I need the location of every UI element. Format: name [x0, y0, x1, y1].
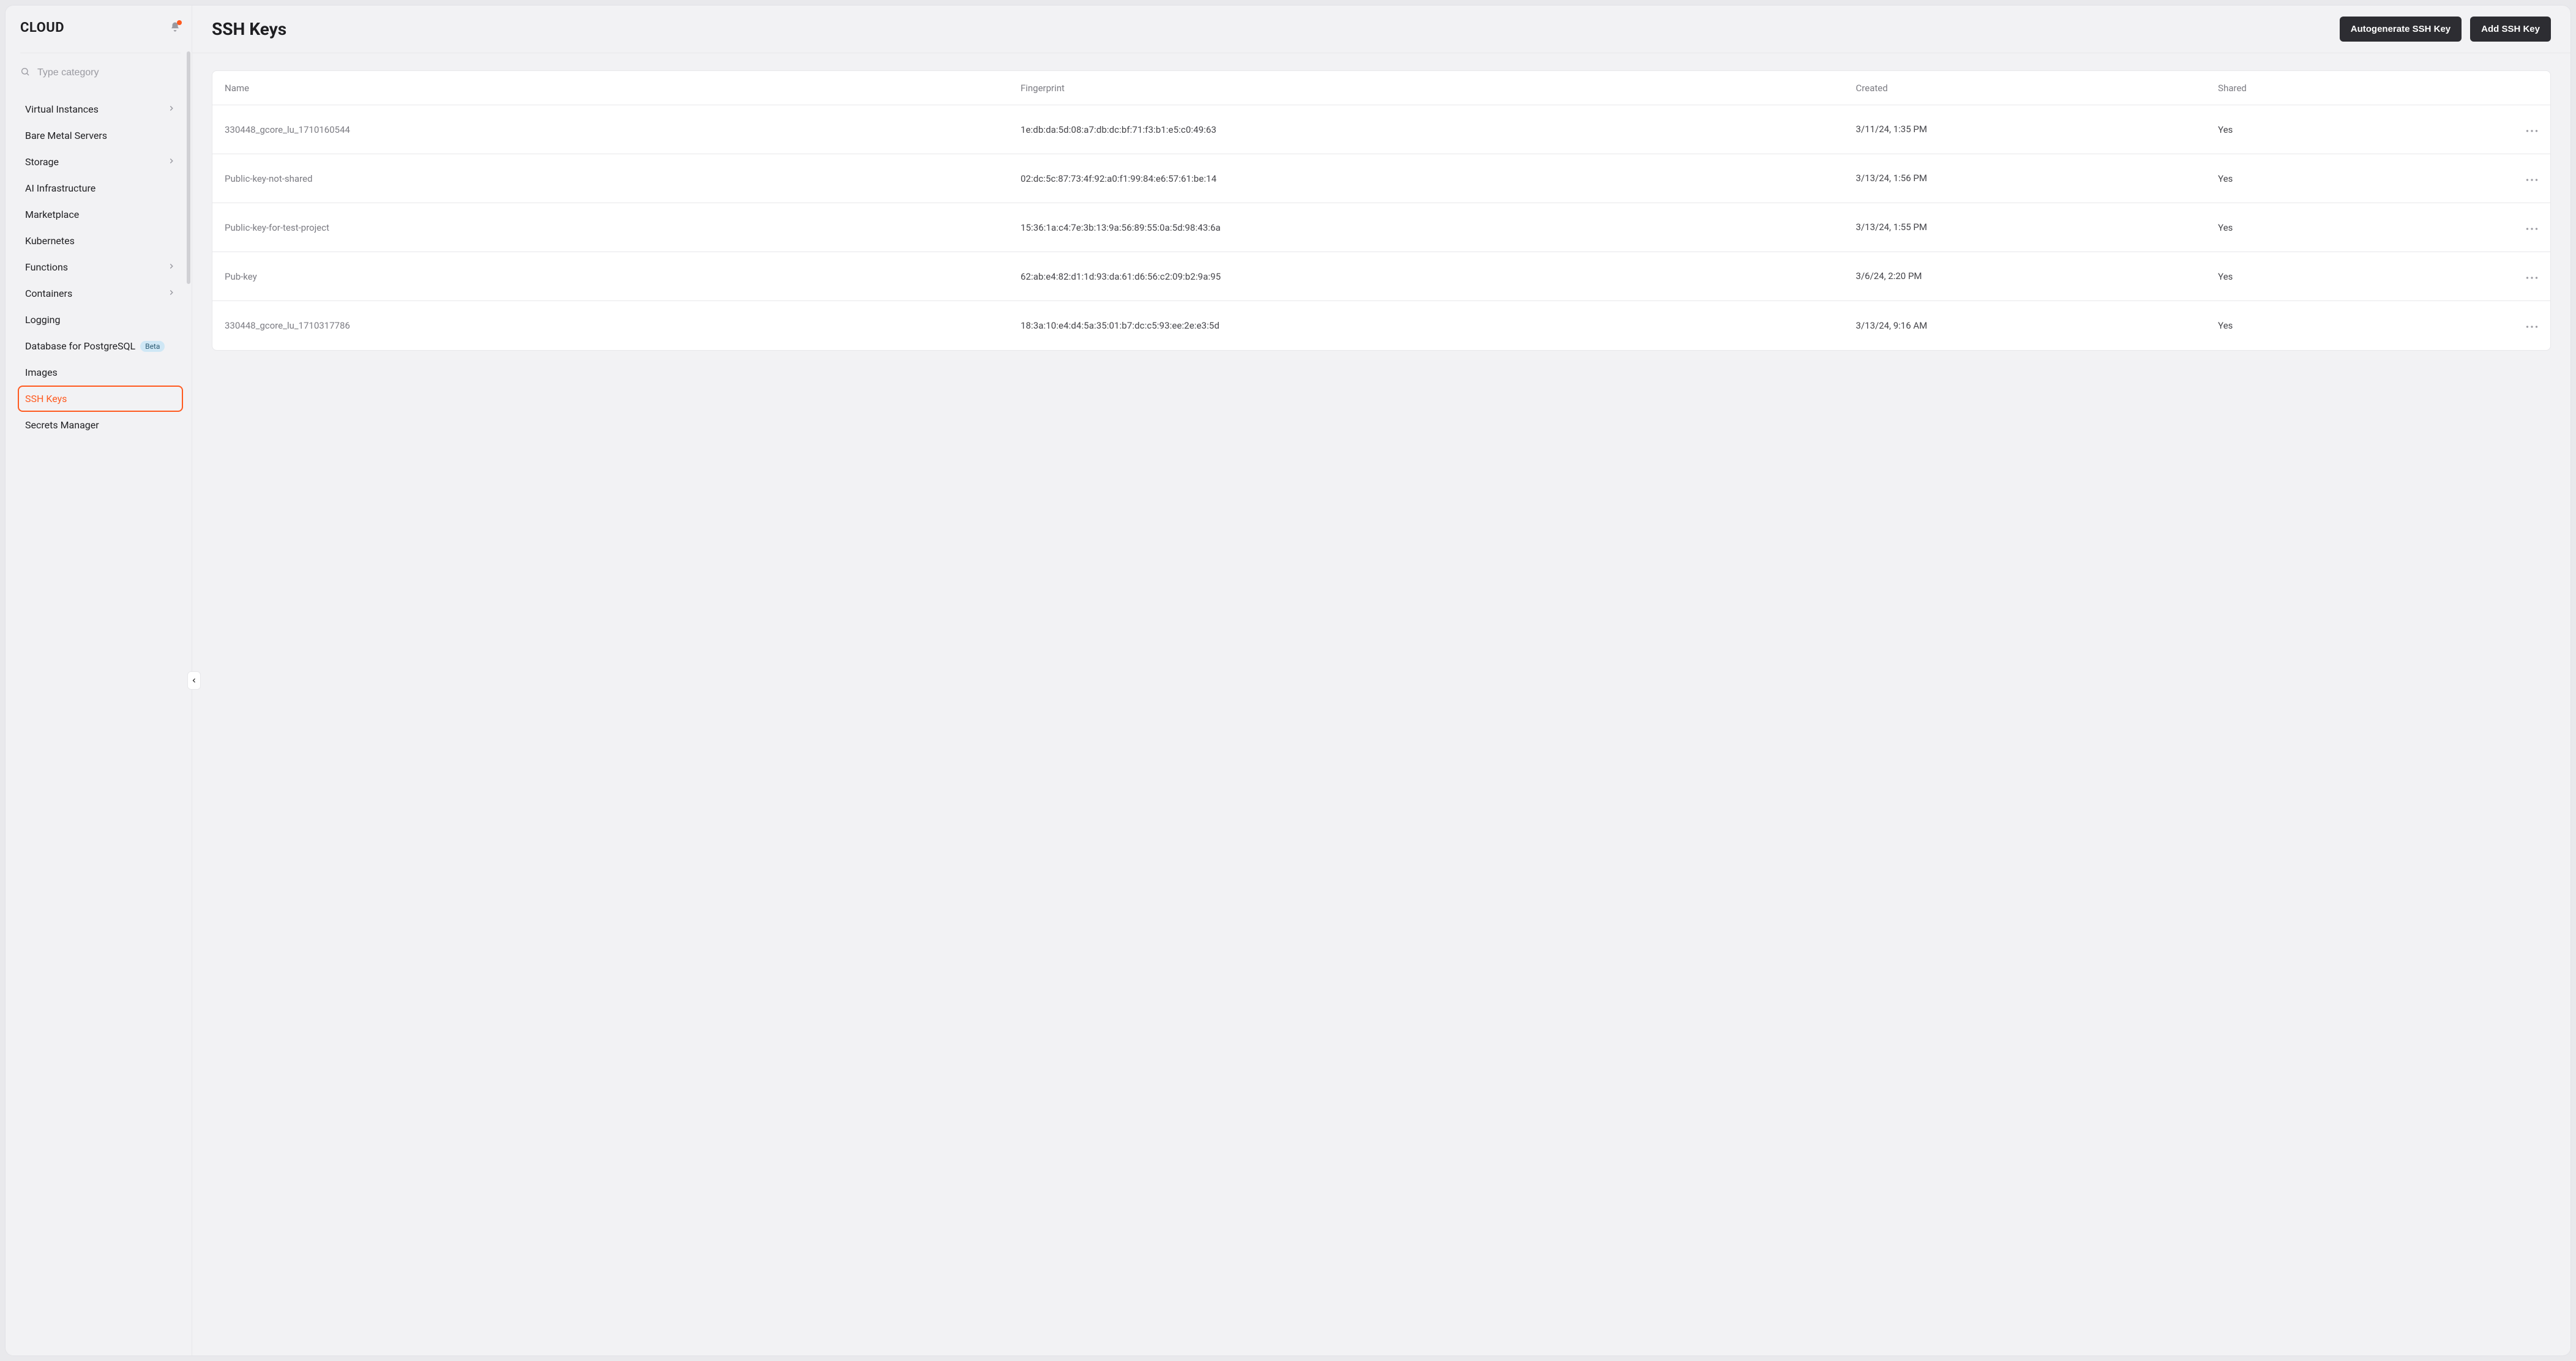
table-row: Public-key-not-shared 02:dc:5c:87:73:4f:9… — [212, 154, 2550, 203]
sidebar-item-database-for-postgresql[interactable]: Database for PostgreSQL Beta — [20, 333, 181, 359]
sidebar-item-label: Images — [25, 367, 58, 378]
sidebar-item-label: Kubernetes — [25, 235, 75, 247]
table-header: Name Fingerprint Created Shared — [212, 71, 2550, 105]
sidebar-item-label: Virtual Instances — [25, 103, 99, 115]
ssh-keys-table: Name Fingerprint Created Shared 330448_g… — [212, 70, 2551, 351]
add-ssh-key-button[interactable]: Add SSH Key — [2470, 17, 2551, 42]
sidebar-item-label: Storage — [25, 156, 59, 168]
cell-shared: Yes — [2218, 124, 2494, 135]
cell-fingerprint: 02:dc:5c:87:73:4f:92:a0:f1:99:84:e6:57:6… — [1020, 173, 1848, 184]
cell-shared: Yes — [2218, 173, 2494, 184]
chevron-right-icon — [167, 103, 176, 115]
cell-fingerprint: 62:ab:e4:82:d1:1d:93:da:61:d6:56:c2:09:b… — [1020, 271, 1848, 282]
sidebar-item-label: Database for PostgreSQL — [25, 340, 135, 352]
sidebar-item-functions[interactable]: Functions — [20, 254, 181, 280]
sidebar-item-label: Secrets Manager — [25, 419, 99, 431]
more-horizontal-icon — [2526, 124, 2538, 135]
cell-created: 3/6/24, 2:20 PM — [1856, 270, 2211, 282]
search-icon — [20, 67, 30, 79]
cell-fingerprint: 15:36:1a:c4:7e:3b:13:9a:56:89:55:0a:5d:9… — [1020, 222, 1848, 233]
cell-shared: Yes — [2218, 320, 2494, 331]
more-horizontal-icon — [2526, 222, 2538, 233]
sidebar-item-ai-infrastructure[interactable]: AI Infrastructure — [20, 175, 181, 201]
table-row: 330448_gcore_lu_1710317786 18:3a:10:e4:d4… — [212, 301, 2550, 350]
sidebar-item-label: Logging — [25, 314, 60, 326]
cell-fingerprint: 1e:db:da:5d:08:a7:db:dc:bf:71:f3:b1:e5:c… — [1020, 124, 1848, 135]
row-actions-button[interactable] — [2501, 173, 2538, 184]
notifications-button[interactable] — [170, 21, 181, 35]
collapse-sidebar-button[interactable] — [187, 671, 201, 690]
cell-name: Public-key-not-shared — [225, 173, 1013, 184]
page-title: SSH Keys — [212, 19, 286, 39]
category-search-input[interactable] — [36, 67, 181, 79]
chevron-left-icon — [190, 675, 198, 687]
cell-shared: Yes — [2218, 222, 2494, 233]
cell-name: 330448_gcore_lu_1710160544 — [225, 124, 1013, 135]
category-search[interactable] — [20, 64, 181, 81]
row-actions-button[interactable] — [2501, 124, 2538, 135]
cell-created: 3/13/24, 1:56 PM — [1856, 172, 2211, 184]
brand-label: CLOUD — [20, 20, 64, 35]
sidebar-item-secrets-manager[interactable]: Secrets Manager — [20, 412, 181, 438]
sidebar-item-images[interactable]: Images — [20, 359, 181, 386]
more-horizontal-icon — [2526, 271, 2538, 282]
sidebar: CLOUD Virtual Instances Bare Metal Server… — [6, 6, 192, 1355]
row-actions-button[interactable] — [2501, 271, 2538, 282]
sidebar-item-label: SSH Keys — [25, 393, 67, 405]
action-bar: Autogenerate SSH Key Add SSH Key — [2340, 17, 2551, 42]
sidebar-item-storage[interactable]: Storage — [20, 149, 181, 175]
cell-created: 3/11/24, 1:35 PM — [1856, 123, 2211, 135]
table-row: Public-key-for-test-project 15:36:1a:c4:7… — [212, 203, 2550, 252]
beta-badge: Beta — [140, 341, 165, 352]
cell-created: 3/13/24, 9:16 AM — [1856, 319, 2211, 332]
sidebar-item-label: Marketplace — [25, 209, 79, 220]
sidebar-item-bare-metal-servers[interactable]: Bare Metal Servers — [20, 122, 181, 149]
main-area: SSH Keys Autogenerate SSH Key Add SSH Ke… — [192, 6, 2570, 1355]
sidebar-item-label: Functions — [25, 261, 68, 273]
sidebar-item-kubernetes[interactable]: Kubernetes — [20, 228, 181, 254]
table-row: 330448_gcore_lu_1710160544 1e:db:da:5d:08… — [212, 105, 2550, 154]
col-name: Name — [225, 83, 1013, 94]
chevron-right-icon — [167, 288, 176, 299]
chevron-right-icon — [167, 156, 176, 168]
sidebar-nav: Virtual Instances Bare Metal Servers Stora… — [20, 96, 181, 438]
sidebar-item-label: Bare Metal Servers — [25, 130, 107, 141]
table-body: 330448_gcore_lu_1710160544 1e:db:da:5d:08… — [212, 105, 2550, 350]
sidebar-item-ssh-keys[interactable]: SSH Keys — [18, 386, 183, 412]
notification-dot-icon — [177, 20, 182, 25]
chevron-right-icon — [167, 261, 176, 273]
cell-name: Public-key-for-test-project — [225, 222, 1013, 233]
sidebar-scrollbar[interactable] — [187, 51, 190, 284]
cell-fingerprint: 18:3a:10:e4:d4:5a:35:01:b7:dc:c5:93:ee:2… — [1020, 320, 1848, 331]
sidebar-item-marketplace[interactable]: Marketplace — [20, 201, 181, 228]
cell-name: 330448_gcore_lu_1710317786 — [225, 320, 1013, 331]
row-actions-button[interactable] — [2501, 222, 2538, 233]
sidebar-item-logging[interactable]: Logging — [20, 307, 181, 333]
more-horizontal-icon — [2526, 173, 2538, 184]
cell-shared: Yes — [2218, 271, 2494, 282]
more-horizontal-icon — [2526, 320, 2538, 331]
cell-name: Pub-key — [225, 271, 1013, 282]
col-fingerprint: Fingerprint — [1020, 83, 1848, 94]
col-shared: Shared — [2218, 83, 2494, 94]
row-actions-button[interactable] — [2501, 320, 2538, 331]
app-window: CLOUD Virtual Instances Bare Metal Server… — [5, 5, 2571, 1356]
table-row: Pub-key 62:ab:e4:82:d1:1d:93:da:61:d6:56:… — [212, 252, 2550, 301]
sidebar-item-virtual-instances[interactable]: Virtual Instances — [20, 96, 181, 122]
topbar: SSH Keys Autogenerate SSH Key Add SSH Ke… — [192, 6, 2570, 53]
cell-created: 3/13/24, 1:55 PM — [1856, 221, 2211, 233]
col-created: Created — [1856, 83, 2211, 94]
sidebar-item-containers[interactable]: Containers — [20, 280, 181, 307]
content-area: Name Fingerprint Created Shared 330448_g… — [192, 53, 2570, 368]
autogenerate-ssh-key-button[interactable]: Autogenerate SSH Key — [2340, 17, 2462, 42]
sidebar-item-label: AI Infrastructure — [25, 182, 95, 194]
sidebar-item-label: Containers — [25, 288, 72, 299]
